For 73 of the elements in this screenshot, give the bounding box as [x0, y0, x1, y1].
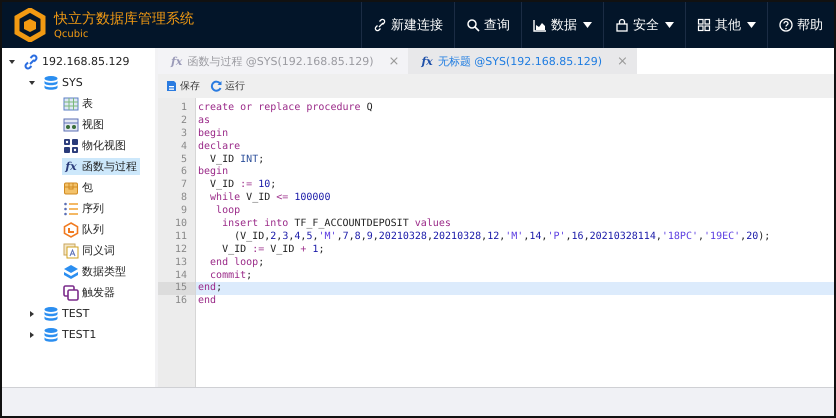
tree-item[interactable]: 包 — [62, 178, 96, 196]
code-line: loop — [215, 205, 242, 218]
code-editor[interactable] — [158, 98, 834, 387]
code-line: (V_ID,2,3,4,5,'M',7,8,9,20210328,20210328,12,'M',14,'P',16,20210328114,'18PC','19EC',20); — [233, 230, 772, 244]
line-number: 1 — [180, 102, 188, 115]
blocks-icon — [63, 138, 79, 154]
table-icon — [63, 96, 79, 112]
tree-item[interactable]: SYS — [42, 74, 86, 92]
code-line: begin — [197, 166, 230, 180]
document-icon — [166, 80, 177, 92]
line-number: 8 — [180, 192, 188, 206]
database-icon — [43, 306, 59, 322]
tree-item[interactable]: 队列 — [62, 220, 107, 238]
tree-item[interactable]: TEST1 — [42, 326, 100, 344]
tree-item[interactable]: 触发器 — [62, 284, 118, 302]
squares-icon — [63, 284, 79, 300]
refresh-icon — [210, 80, 222, 92]
line-number: 11 — [174, 230, 188, 244]
code-line: commit; — [209, 270, 254, 282]
line-number: 16 — [174, 295, 188, 308]
letter-icon — [63, 242, 79, 258]
tree-item[interactable]: 同义词 — [62, 242, 118, 260]
tree-item[interactable]: 表 — [62, 94, 96, 112]
hexagon-icon — [63, 222, 79, 238]
list-icon — [63, 200, 79, 216]
code-line: V_ID := V_ID + 1; — [221, 244, 326, 257]
line-number: 2 — [180, 114, 188, 128]
tree-item[interactable]: TEST — [42, 304, 92, 322]
tree-item[interactable]: 序列 — [62, 200, 107, 218]
tree-item[interactable]: 192.168.85.129 — [22, 52, 132, 70]
link-icon — [23, 54, 39, 70]
grid-icon — [697, 18, 711, 32]
database-icon — [43, 74, 59, 90]
line-number: 15 — [158, 282, 195, 296]
save-button[interactable]: 保存 — [164, 79, 202, 93]
code-line: V_ID INT; — [209, 154, 266, 166]
line-number: 5 — [180, 154, 188, 166]
code-line: end — [197, 295, 218, 308]
tree-item[interactable]: 数据类型 — [62, 262, 129, 280]
tree-item[interactable]: 物化视图 — [62, 136, 129, 154]
box-icon — [63, 180, 79, 196]
code-line: begin — [197, 128, 230, 141]
tree-item[interactable]: 视图 — [62, 116, 107, 134]
hexagon-logo-icon — [13, 8, 47, 42]
code-line: end loop; — [209, 256, 266, 270]
editor-tab[interactable]: fx 无标题 @SYS(192.168.85.129) × — [408, 48, 637, 74]
code-line: declare — [197, 140, 242, 154]
code-line: V_ID := 10; — [209, 179, 278, 192]
view-icon — [63, 116, 79, 132]
code-line: while V_ID <= 100000 — [209, 192, 332, 205]
line-number: 6 — [180, 166, 188, 180]
lock-icon — [615, 18, 629, 32]
chart-icon — [533, 18, 547, 32]
code-line: as — [197, 114, 212, 128]
app-title: 快立方数据库管理系统 — [54, 10, 194, 28]
line-number: 9 — [180, 205, 188, 218]
tree-item[interactable]: fx 函数与过程 — [62, 158, 140, 175]
line-number: 10 — [174, 218, 188, 231]
run-button[interactable]: 运行 — [208, 79, 247, 93]
code-line: create or replace procedure Q — [197, 102, 374, 115]
line-number: 4 — [180, 140, 188, 154]
link-icon — [373, 18, 387, 32]
code-line: insert into TF_F_ACCOUNTDEPOSIT values — [221, 218, 452, 231]
layers-icon — [63, 264, 79, 280]
database-icon — [43, 326, 59, 342]
search-icon — [466, 18, 480, 32]
line-number: 12 — [174, 244, 188, 257]
help-icon — [779, 18, 793, 32]
line-number: 3 — [180, 128, 188, 141]
line-number: 14 — [174, 270, 188, 282]
app-subtitle: Qcubic — [54, 28, 90, 40]
line-number: 13 — [174, 256, 188, 270]
line-number: 7 — [180, 179, 188, 192]
